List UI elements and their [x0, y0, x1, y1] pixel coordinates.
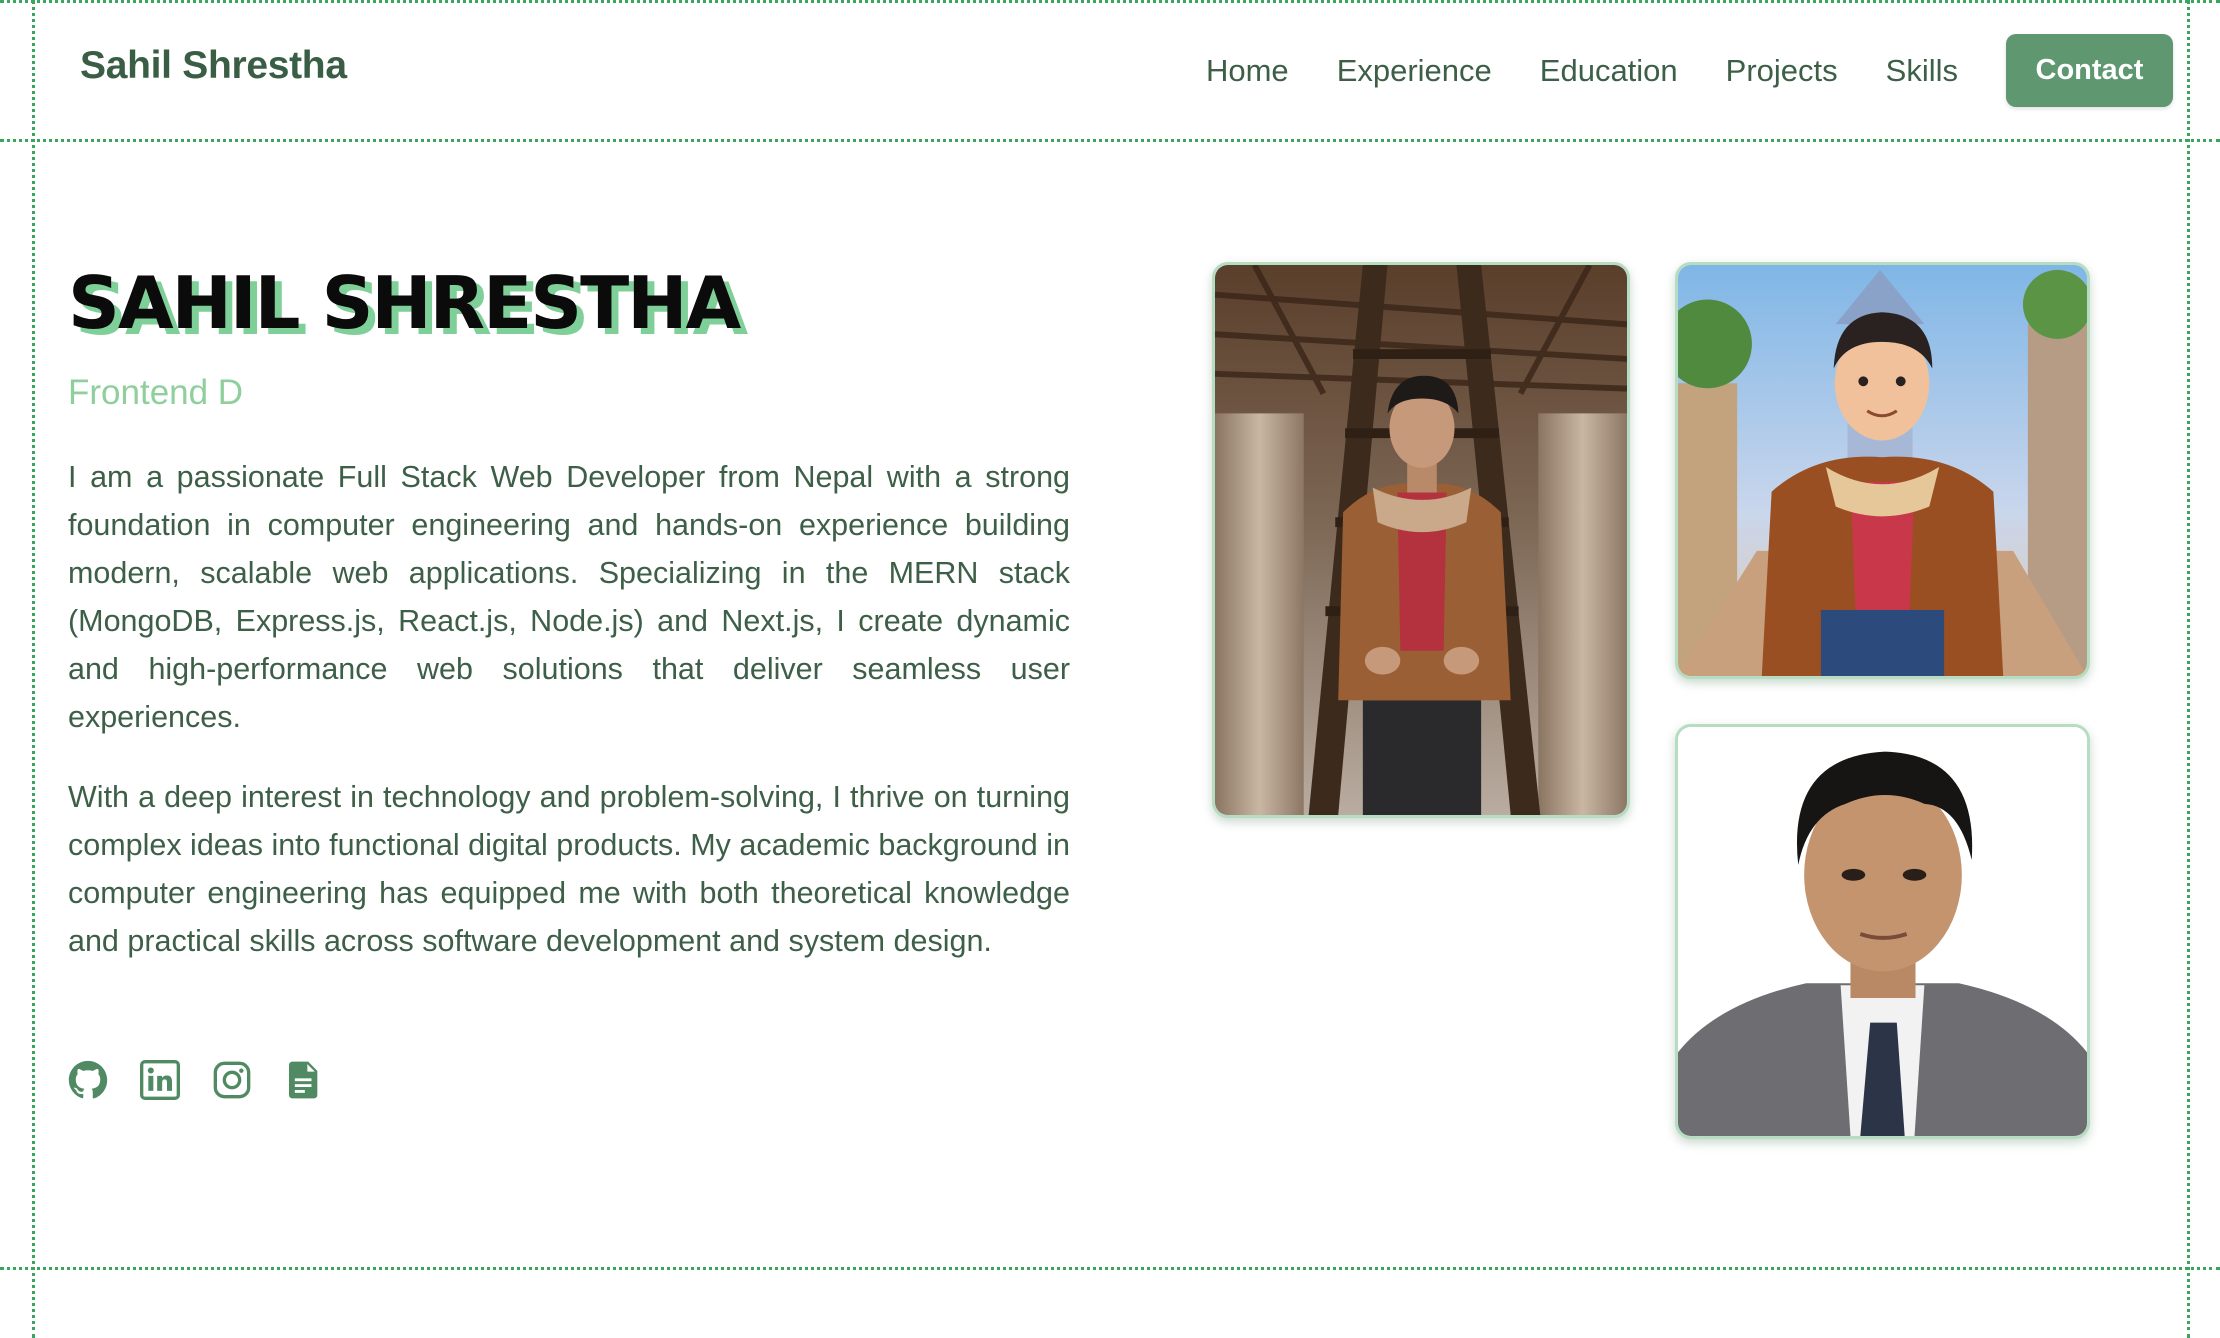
- bio-paragraph-1: I am a passionate Full Stack Web Develop…: [68, 460, 1070, 734]
- linkedin-icon: [140, 1060, 180, 1100]
- hero-role-typewriter: Frontend D: [68, 373, 244, 412]
- hero-title: SAHIL SHRESTHA: [68, 261, 741, 345]
- section-divider: [0, 1267, 2220, 1270]
- frame-top-border: [0, 0, 2220, 3]
- instagram-link[interactable]: [212, 1060, 252, 1100]
- resume-document-icon: [289, 1061, 318, 1099]
- instagram-icon: [213, 1061, 251, 1099]
- linkedin-link[interactable]: [140, 1060, 180, 1100]
- contact-button[interactable]: Contact: [2006, 34, 2173, 107]
- nav-skills[interactable]: Skills: [1886, 36, 1958, 106]
- github-icon: [68, 1060, 108, 1099]
- bio-paragraph-2: With a deep interest in technology and p…: [68, 780, 1070, 958]
- frame-left-border: [32, 0, 35, 1338]
- resume-link[interactable]: [284, 1060, 324, 1100]
- nav-projects[interactable]: Projects: [1726, 36, 1838, 106]
- github-link[interactable]: [68, 1060, 108, 1100]
- profile-photo-formal: [1675, 724, 2090, 1139]
- brand-logo[interactable]: Sahil Shrestha: [80, 44, 347, 88]
- frame-right-border: [2187, 0, 2190, 1338]
- social-links: [68, 1060, 356, 1100]
- nav-education[interactable]: Education: [1540, 36, 1678, 106]
- nav-experience[interactable]: Experience: [1337, 36, 1492, 106]
- profile-photo-cartoon: [1675, 262, 2090, 679]
- main-nav: Home Experience Education Projects Skill…: [1206, 34, 2173, 107]
- profile-photo-temple: [1212, 262, 1630, 818]
- header-divider: [0, 139, 2220, 142]
- nav-home[interactable]: Home: [1206, 36, 1289, 106]
